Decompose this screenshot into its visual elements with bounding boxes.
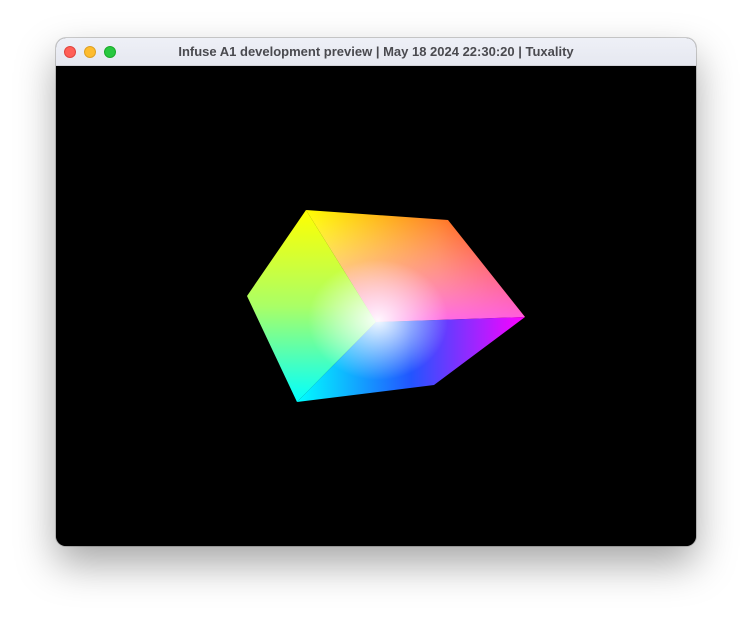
maximize-icon[interactable] bbox=[104, 46, 116, 58]
rgb-cube-graphic bbox=[247, 210, 525, 402]
render-viewport[interactable] bbox=[56, 66, 696, 546]
close-icon[interactable] bbox=[64, 46, 76, 58]
window-title: Infuse A1 development preview | May 18 2… bbox=[178, 44, 574, 59]
minimize-icon[interactable] bbox=[84, 46, 96, 58]
title-bar[interactable]: Infuse A1 development preview | May 18 2… bbox=[56, 38, 696, 66]
app-window: Infuse A1 development preview | May 18 2… bbox=[56, 38, 696, 546]
